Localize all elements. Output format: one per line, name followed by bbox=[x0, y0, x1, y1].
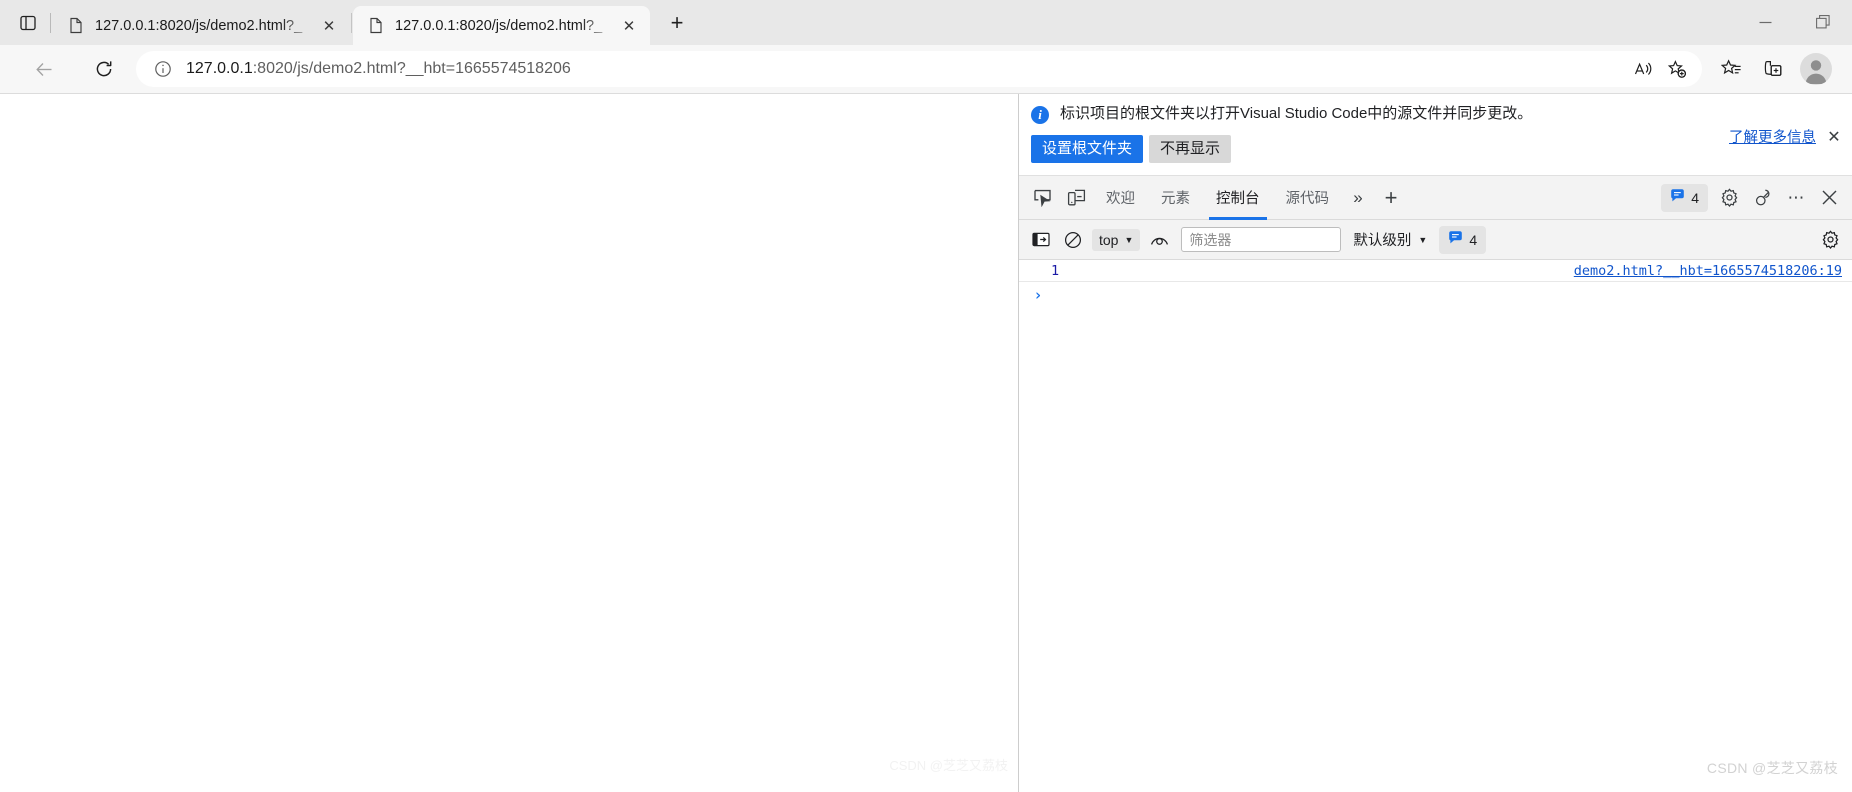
inspect-element-icon[interactable] bbox=[1025, 181, 1059, 215]
console-message-source-link[interactable]: demo2.html?__hbt=1665574518206:19 bbox=[1574, 263, 1842, 279]
browser-tab-1[interactable]: 127.0.0.1:8020/js/demo2.html?_ ✕ bbox=[53, 6, 350, 45]
log-level-dropdown[interactable]: 默认级别 ▼ bbox=[1347, 226, 1433, 253]
tab-strip-divider bbox=[50, 12, 51, 33]
browser-tab-2-title: 127.0.0.1:8020/js/demo2.html?_ bbox=[395, 17, 603, 34]
dont-show-again-button[interactable]: 不再显示 bbox=[1149, 135, 1232, 164]
more-options-icon[interactable]: ⋯ bbox=[1780, 181, 1812, 215]
console-sidebar-icon[interactable] bbox=[1025, 225, 1057, 255]
devtools-tab-sources-label: 源代码 bbox=[1285, 191, 1330, 208]
console-filter-input[interactable] bbox=[1181, 227, 1342, 253]
address-bar-host: 127.0.0.1 bbox=[186, 60, 253, 77]
address-bar-url: 127.0.0.1:8020/js/demo2.html?__hbt=16655… bbox=[186, 60, 1626, 78]
console-toolbar: top ▼ 默认级别 ▼ bbox=[1019, 220, 1852, 261]
issues-message-icon bbox=[1448, 230, 1463, 250]
more-tabs-chevron-icon[interactable]: » bbox=[1342, 181, 1374, 215]
devtools-tab-welcome-label: 欢迎 bbox=[1106, 191, 1135, 208]
close-devtools-icon[interactable] bbox=[1812, 181, 1846, 215]
address-bar[interactable]: 127.0.0.1:8020/js/demo2.html?__hbt=16655… bbox=[136, 51, 1702, 87]
collections-icon[interactable] bbox=[1752, 49, 1794, 89]
log-level-value: 默认级别 bbox=[1353, 233, 1412, 250]
back-button[interactable] bbox=[24, 49, 64, 89]
execution-context-value: top bbox=[1099, 231, 1119, 248]
console-prompt[interactable]: › bbox=[1019, 282, 1852, 308]
chevron-down-icon: ▼ bbox=[1124, 234, 1134, 245]
profile-avatar[interactable] bbox=[1800, 53, 1832, 85]
console-output[interactable]: 1 demo2.html?__hbt=1665574518206:19 › CS… bbox=[1019, 260, 1852, 792]
read-aloud-icon[interactable] bbox=[1626, 54, 1660, 84]
devtools-tab-console-label: 控制台 bbox=[1216, 191, 1260, 208]
infobar-close-icon[interactable]: ✕ bbox=[1826, 127, 1842, 147]
tab-strip: 127.0.0.1:8020/js/demo2.html?_ ✕ 127.0.0… bbox=[0, 0, 1852, 45]
tab-search-button[interactable] bbox=[6, 0, 50, 45]
set-root-folder-button[interactable]: 设置根文件夹 bbox=[1031, 135, 1144, 164]
console-issues-count: 4 bbox=[1469, 231, 1478, 248]
issues-badge[interactable]: 4 bbox=[1661, 183, 1708, 212]
infobar-message: 标识项目的根文件夹以打开Visual Studio Code中的源文件并同步更改… bbox=[1060, 105, 1533, 122]
execution-context-dropdown[interactable]: top ▼ bbox=[1092, 228, 1141, 251]
page-content-area[interactable]: CSDN @芝芝又荔枝 bbox=[0, 94, 1018, 792]
browser-window: 127.0.0.1:8020/js/demo2.html?_ ✕ 127.0.0… bbox=[0, 0, 1852, 792]
live-expression-eye-icon[interactable] bbox=[1143, 225, 1175, 255]
devtools-tab-sources[interactable]: 源代码 bbox=[1273, 176, 1343, 220]
site-info-icon[interactable] bbox=[150, 56, 176, 82]
address-bar-path: :8020/js/demo2.html?__hbt=1665574518206 bbox=[252, 60, 571, 77]
device-toolbar-icon[interactable] bbox=[1059, 181, 1093, 215]
console-prompt-input[interactable] bbox=[1047, 286, 1852, 304]
document-icon bbox=[367, 17, 385, 35]
devtools-panel: i 标识项目的根文件夹以打开Visual Studio Code中的源文件并同步… bbox=[1018, 94, 1852, 792]
devtools-tab-console[interactable]: 控制台 bbox=[1203, 176, 1273, 220]
page-watermark: CSDN @芝芝又荔枝 bbox=[889, 758, 1008, 773]
devtools-tabbar: 欢迎 元素 控制台 源代码 » + 4 ⋯ bbox=[1019, 176, 1852, 221]
tab-separator bbox=[351, 12, 352, 33]
reload-button[interactable] bbox=[84, 49, 124, 89]
learn-more-link[interactable]: 了解更多信息 bbox=[1729, 126, 1816, 147]
console-issues-badge[interactable]: 4 bbox=[1439, 225, 1487, 254]
add-panel-button[interactable]: + bbox=[1374, 181, 1408, 215]
devtools-watermark: CSDN @芝芝又荔枝 bbox=[1706, 760, 1838, 776]
console-message-value: 1 bbox=[1051, 262, 1060, 279]
browser-toolbar: 127.0.0.1:8020/js/demo2.html?__hbt=16655… bbox=[0, 45, 1852, 93]
browser-tab-2[interactable]: 127.0.0.1:8020/js/demo2.html?_ ✕ bbox=[353, 6, 650, 45]
window-controls bbox=[1736, 0, 1852, 45]
console-settings-gear-icon[interactable] bbox=[1814, 225, 1846, 255]
viewport: CSDN @芝芝又荔枝 i 标识项目的根文件夹以打开Visual Studio … bbox=[0, 93, 1852, 792]
document-icon bbox=[67, 17, 85, 35]
browser-tab-1-close-icon[interactable]: ✕ bbox=[316, 13, 342, 39]
issues-count: 4 bbox=[1691, 189, 1699, 206]
devtools-tab-elements-label: 元素 bbox=[1161, 191, 1190, 208]
new-tab-button[interactable]: + bbox=[658, 4, 696, 42]
minimize-button[interactable] bbox=[1736, 0, 1794, 45]
customize-devtools-icon[interactable] bbox=[1746, 181, 1780, 215]
devtools-infobar: i 标识项目的根文件夹以打开Visual Studio Code中的源文件并同步… bbox=[1019, 94, 1852, 177]
favorites-icon[interactable] bbox=[1710, 49, 1752, 89]
browser-tab-1-title: 127.0.0.1:8020/js/demo2.html?_ bbox=[95, 17, 303, 34]
clear-console-icon[interactable] bbox=[1057, 225, 1089, 255]
devtools-tab-elements[interactable]: 元素 bbox=[1148, 176, 1203, 220]
prompt-caret-icon: › bbox=[1033, 286, 1043, 305]
chevron-down-icon: ▼ bbox=[1418, 234, 1428, 245]
browser-tab-2-close-icon[interactable]: ✕ bbox=[616, 13, 642, 39]
issues-message-icon bbox=[1670, 188, 1685, 208]
tab-search-icon bbox=[19, 14, 37, 32]
info-icon: i bbox=[1031, 106, 1049, 124]
maximize-restore-button[interactable] bbox=[1794, 0, 1852, 45]
add-favorite-icon[interactable] bbox=[1660, 54, 1694, 84]
settings-gear-icon[interactable] bbox=[1712, 181, 1746, 215]
devtools-tab-welcome[interactable]: 欢迎 bbox=[1093, 176, 1148, 220]
console-message-row[interactable]: 1 demo2.html?__hbt=1665574518206:19 bbox=[1019, 260, 1852, 283]
